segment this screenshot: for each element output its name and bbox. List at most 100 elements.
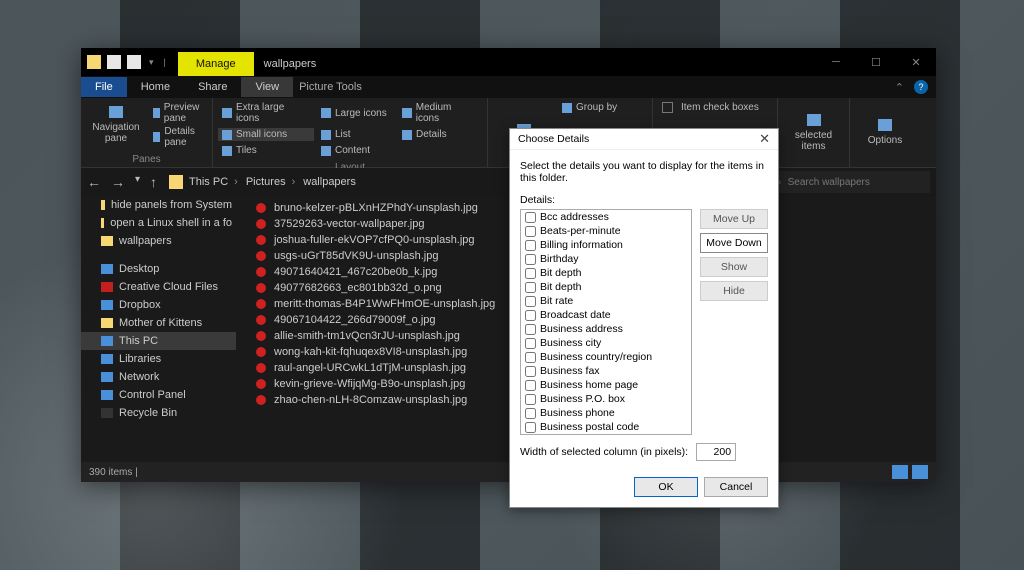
hide-button[interactable]: Hide	[700, 281, 768, 301]
detail-checkbox[interactable]	[525, 212, 536, 223]
qat-button-icon[interactable]	[107, 55, 121, 69]
nav-item[interactable]: open a Linux shell in a fo	[81, 214, 236, 232]
small-icons-button[interactable]: Small icons	[218, 128, 314, 141]
details-view-icon[interactable]	[892, 465, 908, 479]
detail-checkbox[interactable]	[525, 422, 536, 433]
item-count: 390 items |	[89, 467, 138, 478]
details-pane-button[interactable]: Details pane	[149, 125, 209, 149]
nav-item[interactable]: Libraries	[81, 350, 236, 368]
view-menu[interactable]: View	[241, 77, 293, 97]
folder-icon	[169, 175, 183, 189]
close-icon[interactable]: ✕	[759, 131, 770, 147]
nav-item[interactable]: Dropbox	[81, 296, 236, 314]
detail-checkbox[interactable]	[525, 226, 536, 237]
navigation-pane-button[interactable]: Navigation pane	[86, 101, 146, 149]
detail-checkbox[interactable]	[525, 408, 536, 419]
file-menu[interactable]: File	[81, 77, 127, 97]
detail-checkbox[interactable]	[525, 310, 536, 321]
detail-option[interactable]: Beats-per-minute	[521, 224, 691, 238]
detail-option[interactable]: Broadcast date	[521, 308, 691, 322]
tiles-button[interactable]: Tiles	[218, 144, 314, 157]
detail-checkbox[interactable]	[525, 296, 536, 307]
recent-locations-button[interactable]: ▾	[135, 174, 140, 190]
minimize-button[interactable]: ─	[816, 48, 856, 76]
detail-option[interactable]: Business postal code	[521, 420, 691, 434]
picture-tools-menu[interactable]: Picture Tools	[293, 77, 376, 97]
nav-item[interactable]: Creative Cloud Files	[81, 278, 236, 296]
content-button[interactable]: Content	[317, 144, 395, 157]
crumb-this-pc[interactable]: This PC	[189, 176, 244, 188]
detail-option[interactable]: Business P.O. box	[521, 392, 691, 406]
medium-icons-button[interactable]: Medium icons	[398, 101, 480, 125]
up-button[interactable]: ↑	[150, 174, 157, 190]
detail-option[interactable]: Birthday	[521, 252, 691, 266]
nav-item[interactable]: This PC	[81, 332, 236, 350]
detail-checkbox[interactable]	[525, 254, 536, 265]
detail-checkbox[interactable]	[525, 338, 536, 349]
nav-item[interactable]: hide panels from System	[81, 196, 236, 214]
large-icons-button[interactable]: Large icons	[317, 101, 395, 125]
manage-tab[interactable]: Manage	[178, 52, 254, 76]
nav-item[interactable]: Recycle Bin	[81, 404, 236, 422]
detail-checkbox[interactable]	[525, 366, 536, 377]
detail-option[interactable]: Business home page	[521, 378, 691, 392]
home-menu[interactable]: Home	[127, 77, 184, 97]
move-down-button[interactable]: Move Down	[700, 233, 768, 253]
detail-checkbox[interactable]	[525, 394, 536, 405]
detail-checkbox[interactable]	[525, 282, 536, 293]
back-button[interactable]: ←	[87, 174, 101, 190]
maximize-button[interactable]: ☐	[856, 48, 896, 76]
move-up-button[interactable]: Move Up	[700, 209, 768, 229]
help-icon[interactable]: ?	[914, 80, 928, 94]
detail-option[interactable]: Bit depth	[521, 280, 691, 294]
collapse-ribbon-icon[interactable]: ⌃	[895, 81, 904, 94]
hide-selected-button[interactable]: selected items	[783, 101, 844, 164]
detail-option[interactable]: Business phone	[521, 406, 691, 420]
chevron-down-icon[interactable]: ▾	[147, 57, 156, 68]
item-checkboxes-toggle[interactable]: Item check boxes	[658, 101, 763, 114]
detail-option[interactable]: Bit depth	[521, 266, 691, 280]
detail-checkbox[interactable]	[525, 268, 536, 279]
details-label: Details:	[520, 194, 768, 206]
show-button[interactable]: Show	[700, 257, 768, 277]
detail-checkbox[interactable]	[525, 380, 536, 391]
qat-button-icon[interactable]	[127, 55, 141, 69]
group-by-button[interactable]: Group by	[558, 101, 621, 114]
navigation-tree[interactable]: hide panels from Systemopen a Linux shel…	[81, 196, 236, 462]
close-button[interactable]: ✕	[896, 48, 936, 76]
detail-checkbox[interactable]	[525, 324, 536, 335]
crumb-pictures[interactable]: Pictures	[246, 176, 301, 188]
detail-checkbox[interactable]	[525, 352, 536, 363]
nav-item[interactable]: Mother of Kittens	[81, 314, 236, 332]
preview-pane-button[interactable]: Preview pane	[149, 101, 209, 125]
ok-button[interactable]: OK	[634, 477, 698, 497]
forward-button[interactable]: →	[111, 174, 125, 190]
list-button[interactable]: List	[317, 128, 395, 141]
column-width-input[interactable]	[696, 443, 736, 461]
detail-option[interactable]: Billing information	[521, 238, 691, 252]
extra-large-icons-button[interactable]: Extra large icons	[218, 101, 314, 125]
dialog-subtitle: Select the details you want to display f…	[520, 160, 768, 184]
thumbnails-view-icon[interactable]	[912, 465, 928, 479]
detail-option[interactable]: Business address	[521, 322, 691, 336]
detail-option[interactable]: Business fax	[521, 364, 691, 378]
crumb-wallpapers[interactable]: wallpapers	[303, 176, 356, 188]
details-button[interactable]: Details	[398, 128, 480, 141]
folder-icon	[101, 372, 113, 382]
nav-item[interactable]: wallpapers	[81, 232, 236, 250]
titlebar[interactable]: ▾ | Manage wallpapers ─ ☐ ✕	[81, 48, 936, 76]
nav-item[interactable]: Network	[81, 368, 236, 386]
dialog-titlebar[interactable]: Choose Details ✕	[510, 129, 778, 150]
search-input[interactable]: ⌕ Search wallpapers	[770, 171, 930, 193]
cancel-button[interactable]: Cancel	[704, 477, 768, 497]
detail-option[interactable]: Bit rate	[521, 294, 691, 308]
nav-item[interactable]: Desktop	[81, 260, 236, 278]
detail-checkbox[interactable]	[525, 240, 536, 251]
share-menu[interactable]: Share	[184, 77, 241, 97]
detail-option[interactable]: Business country/region	[521, 350, 691, 364]
options-button[interactable]: Options	[855, 101, 915, 164]
nav-item[interactable]: Control Panel	[81, 386, 236, 404]
detail-option[interactable]: Business city	[521, 336, 691, 350]
details-list[interactable]: Bcc addressesBeats-per-minuteBilling inf…	[520, 209, 692, 435]
detail-option[interactable]: Bcc addresses	[521, 210, 691, 224]
